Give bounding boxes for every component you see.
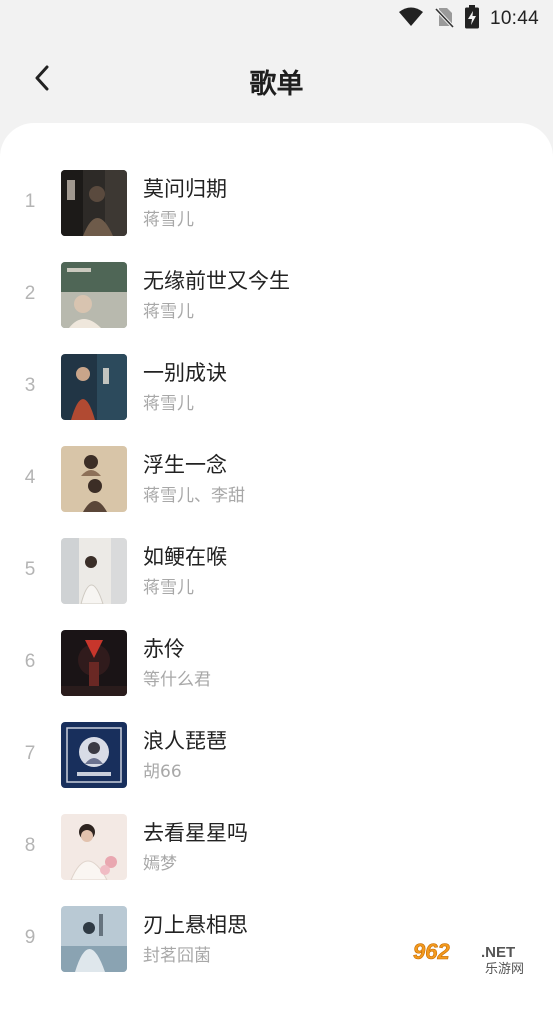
song-index: 7 <box>24 743 36 764</box>
song-index: 5 <box>24 559 36 580</box>
song-title: 莫问归期 <box>143 177 227 201</box>
song-list: 1 莫问归期 蒋雪儿 2 无缘前世又今生 蒋雪儿 3 一别成诀 蒋雪儿 4 浮生… <box>0 163 553 991</box>
song-row[interactable]: 4 浮生一念 蒋雪儿、李甜 <box>0 439 553 531</box>
song-title: 无缘前世又今生 <box>143 269 290 293</box>
song-title: 一别成诀 <box>143 361 227 385</box>
battery-charging-icon <box>464 5 480 33</box>
watermark-number: 962 <box>413 939 450 964</box>
status-time: 10:44 <box>489 8 539 29</box>
song-artist: 胡66 <box>143 762 182 782</box>
song-row[interactable]: 6 赤伶 等什么君 <box>0 623 553 715</box>
page-title: 歌单 <box>249 69 304 100</box>
song-artist: 蒋雪儿 <box>143 578 194 598</box>
playlist-card: 1 莫问归期 蒋雪儿 2 无缘前世又今生 蒋雪儿 3 一别成诀 蒋雪儿 4 浮生… <box>0 123 553 1023</box>
song-row[interactable]: 5 如鲠在喉 蒋雪儿 <box>0 531 553 623</box>
song-artist: 蒋雪儿、李甜 <box>143 486 245 506</box>
no-sim-icon <box>434 6 455 32</box>
album-cover <box>61 906 127 972</box>
song-title: 浪人琵琶 <box>143 729 227 753</box>
status-bar: 10:44 <box>0 0 553 38</box>
wifi-icon <box>398 6 424 32</box>
album-cover <box>61 630 127 696</box>
song-title: 赤伶 <box>143 637 185 661</box>
album-cover <box>61 170 127 236</box>
song-index: 4 <box>24 467 36 488</box>
header: 歌单 <box>0 50 553 110</box>
song-index: 8 <box>24 835 36 856</box>
album-cover <box>61 814 127 880</box>
song-row[interactable]: 3 一别成诀 蒋雪儿 <box>0 347 553 439</box>
song-row[interactable]: 8 去看星星吗 嫣梦 <box>0 807 553 899</box>
song-artist: 蒋雪儿 <box>143 302 194 322</box>
song-row[interactable]: 2 无缘前世又今生 蒋雪儿 <box>0 255 553 347</box>
album-cover <box>61 354 127 420</box>
song-artist: 嫣梦 <box>143 854 177 874</box>
song-title: 刃上悬相思 <box>143 913 248 937</box>
album-cover <box>61 446 127 512</box>
watermark-suffix: .NET <box>481 944 515 961</box>
album-cover <box>61 722 127 788</box>
song-title: 如鲠在喉 <box>143 545 227 569</box>
album-cover <box>61 262 127 328</box>
song-index: 9 <box>24 927 36 948</box>
song-index: 6 <box>24 651 36 672</box>
song-row[interactable]: 7 浪人琵琶 胡66 <box>0 715 553 807</box>
song-title: 去看星星吗 <box>143 821 248 845</box>
song-artist: 等什么君 <box>143 670 211 690</box>
song-artist: 蒋雪儿 <box>143 210 194 230</box>
song-row[interactable]: 1 莫问归期 蒋雪儿 <box>0 163 553 255</box>
song-index: 2 <box>24 283 36 304</box>
song-index: 3 <box>24 375 36 396</box>
site-watermark: 962 .NET 乐游网 <box>407 935 547 979</box>
status-icons: 10:44 <box>398 5 539 33</box>
watermark-site: 乐游网 <box>485 962 524 977</box>
song-title: 浮生一念 <box>143 453 227 477</box>
song-artist: 封茗囧菌 <box>143 946 211 966</box>
song-artist: 蒋雪儿 <box>143 394 194 414</box>
song-index: 1 <box>24 191 36 212</box>
album-cover <box>61 538 127 604</box>
